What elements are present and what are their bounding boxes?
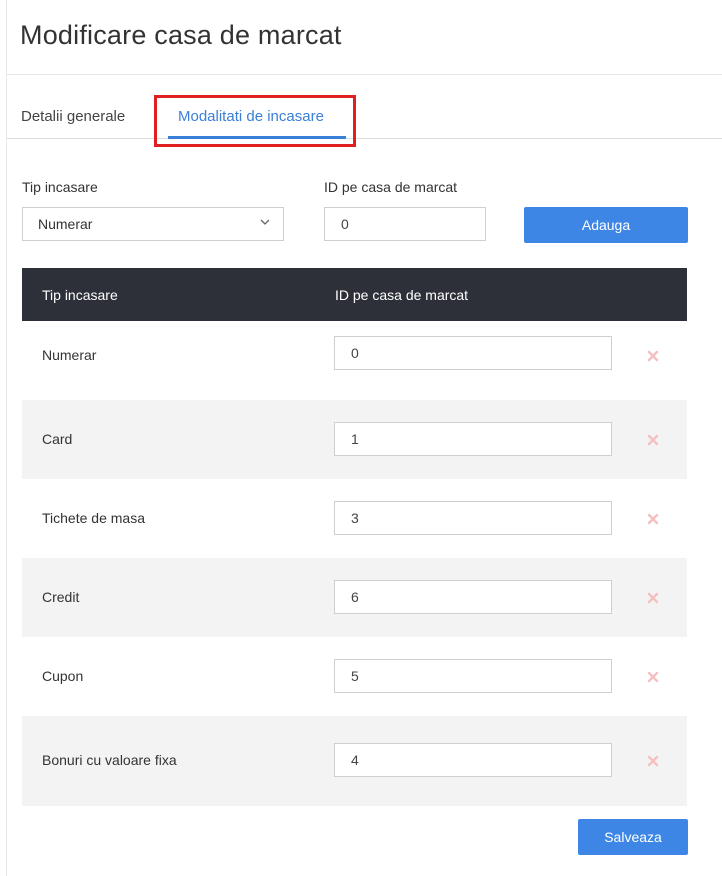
close-icon[interactable]	[647, 434, 659, 446]
row-id-input[interactable]	[334, 743, 612, 777]
column-header-id: ID pe casa de marcat	[335, 287, 469, 303]
table-row: Card	[22, 400, 687, 479]
payment-type-selected-value: Numerar	[38, 216, 93, 232]
page-title: Modificare casa de marcat	[20, 20, 342, 50]
add-button[interactable]: Adauga	[524, 207, 688, 243]
close-icon[interactable]	[647, 671, 659, 683]
table-row: Credit	[22, 558, 687, 637]
close-icon[interactable]	[647, 592, 659, 604]
id-label: ID pe casa de marcat	[324, 179, 458, 195]
close-icon[interactable]	[647, 755, 659, 767]
table-row: Cupon	[22, 637, 687, 716]
close-icon[interactable]	[647, 513, 659, 525]
close-icon[interactable]	[647, 350, 659, 362]
table-row: Bonuri cu valoare fixa	[22, 716, 687, 806]
row-payment-name: Cupon	[42, 668, 84, 684]
payment-methods-table: Tip incasare ID pe casa de marcat Numera…	[22, 268, 687, 806]
column-header-type: Tip incasare	[42, 287, 118, 303]
row-id-input[interactable]	[334, 422, 612, 456]
table-row: Tichete de masa	[22, 479, 687, 558]
row-id-input[interactable]	[334, 659, 612, 693]
row-payment-name: Bonuri cu valoare fixa	[42, 752, 177, 768]
row-id-input[interactable]	[334, 501, 612, 535]
highlight-annotation-box	[154, 95, 356, 147]
row-payment-name: Card	[42, 431, 73, 447]
row-id-input[interactable]	[334, 336, 612, 370]
table-row: Numerar	[22, 321, 687, 400]
table-header: Tip incasare ID pe casa de marcat	[22, 268, 687, 321]
save-button[interactable]: Salveaza	[578, 819, 688, 855]
left-border	[6, 0, 7, 876]
row-payment-name: Tichete de masa	[42, 510, 145, 526]
chevron-down-icon	[260, 219, 270, 225]
row-payment-name: Numerar	[42, 347, 97, 363]
register-id-input[interactable]	[324, 207, 486, 241]
type-label: Tip incasare	[22, 179, 98, 195]
tabs-divider	[7, 138, 722, 139]
title-divider	[7, 74, 722, 75]
row-payment-name: Credit	[42, 589, 80, 605]
row-id-input[interactable]	[334, 580, 612, 614]
page: Modificare casa de marcat Detalii genera…	[0, 0, 722, 876]
tab-detalii-generale[interactable]: Detalii generale	[21, 108, 125, 125]
payment-type-select[interactable]: Numerar	[22, 207, 284, 241]
